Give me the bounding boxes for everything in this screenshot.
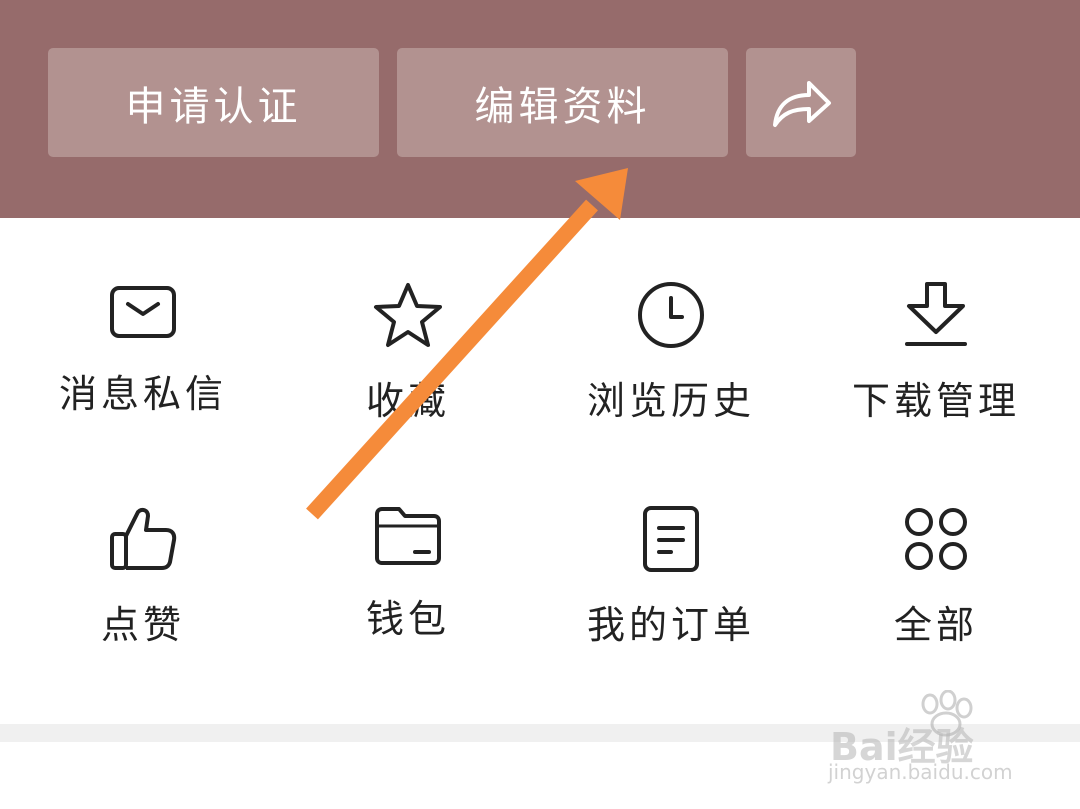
download-icon — [905, 282, 967, 346]
grid-item-label: 全部 — [893, 603, 978, 647]
share-button[interactable] — [746, 48, 856, 157]
share-arrow-icon — [773, 80, 831, 127]
grid-item-orders[interactable]: 我的订单 — [541, 442, 801, 647]
grid-item-history[interactable]: 浏览历史 — [541, 218, 801, 423]
star-icon — [374, 283, 442, 347]
grid-item-label: 我的订单 — [586, 603, 755, 647]
grid-item-label: 消息私信 — [58, 372, 227, 416]
grid-item-label: 点赞 — [100, 603, 185, 647]
clock-icon — [638, 282, 704, 348]
envelope-icon — [110, 285, 176, 338]
grid-item-label: 下载管理 — [851, 379, 1020, 423]
grid-item-favorites[interactable]: 收藏 — [278, 218, 538, 423]
grid-item-messages[interactable]: 消息私信 — [13, 218, 273, 418]
thumbs-up-icon — [110, 507, 177, 570]
feature-grid: 消息私信 收藏 浏览历史 下载管理 点赞 钱包 我的订单 全部 — [0, 218, 1080, 724]
grid-item-wallet[interactable]: 钱包 — [278, 442, 538, 642]
grid-item-downloads[interactable]: 下载管理 — [806, 218, 1066, 423]
apply-verification-button[interactable]: 申请认证 — [48, 48, 379, 157]
edit-profile-button[interactable]: 编辑资料 — [397, 48, 728, 157]
grid-item-label: 钱包 — [365, 597, 450, 641]
grid-item-label: 浏览历史 — [586, 379, 755, 423]
grid-item-all[interactable]: 全部 — [806, 442, 1066, 647]
wallet-folder-icon — [375, 507, 441, 565]
order-document-icon — [643, 506, 699, 572]
grid-four-circles-icon — [905, 508, 967, 570]
watermark-url: jingyan.baidu.com — [828, 760, 1013, 784]
profile-header: 申请认证 编辑资料 — [0, 0, 1080, 218]
grid-item-likes[interactable]: 点赞 — [13, 442, 273, 647]
grid-item-label: 收藏 — [365, 379, 450, 423]
